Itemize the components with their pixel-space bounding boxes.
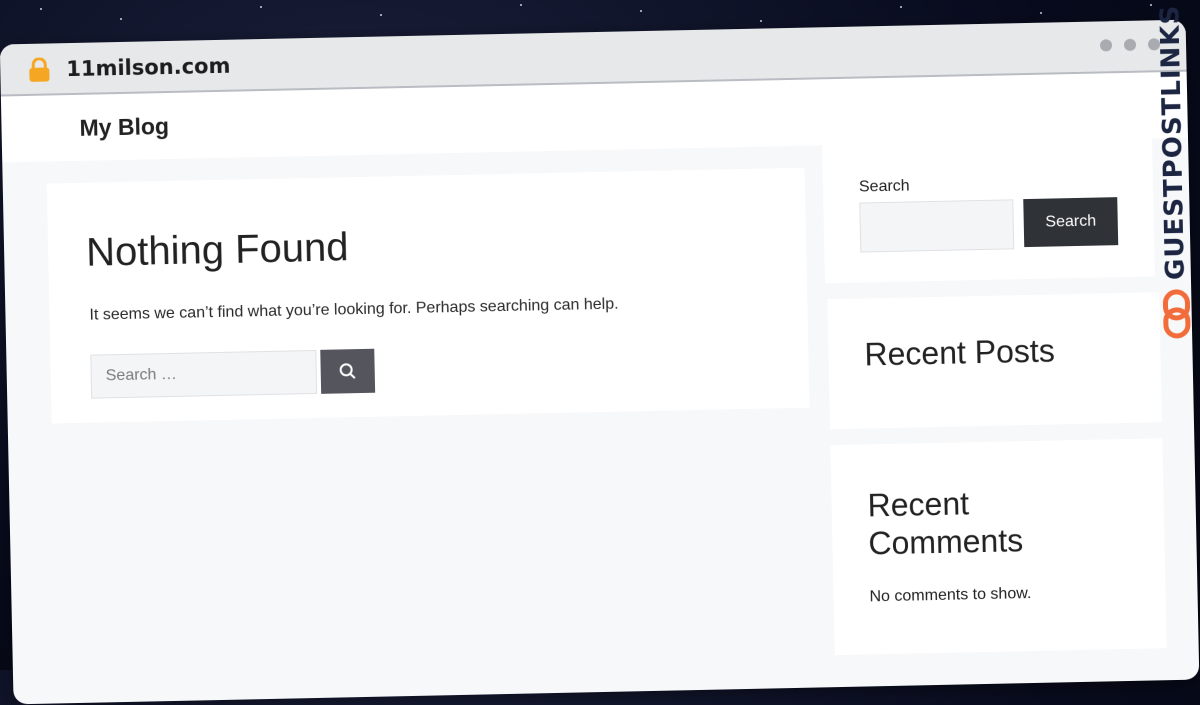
recent-posts-title: Recent Posts (864, 332, 1056, 373)
site-title[interactable]: My Blog (79, 113, 169, 142)
page-title: Nothing Found (85, 225, 349, 275)
browser-window: 11milson.com My Blog Nothing Found It se… (0, 0, 1200, 705)
watermark-text: GUESTPOSTLINKS (1155, 4, 1191, 281)
recent-posts-widget: Recent Posts (827, 292, 1162, 430)
search-label: Search (858, 177, 910, 196)
url-text[interactable]: 11milson.com (66, 54, 231, 81)
sidebar-search-input[interactable] (859, 199, 1015, 253)
window-controls (1099, 38, 1161, 52)
browser-frame: 11milson.com My Blog Nothing Found It se… (0, 19, 1200, 705)
sidebar-search-widget: Search Search (821, 128, 1155, 284)
search-button[interactable] (320, 348, 376, 394)
no-comments-text: No comments to show. (869, 585, 1032, 606)
recent-comments-title: Recent Comments (867, 485, 1024, 562)
chain-link-icon (1162, 289, 1191, 339)
sidebar-search-button[interactable]: Search (1023, 197, 1119, 248)
window-dot[interactable] (1099, 39, 1113, 52)
window-dot[interactable] (1123, 38, 1137, 51)
search-input[interactable] (90, 349, 318, 399)
nothing-found-message: It seems we can’t find what you’re looki… (89, 295, 619, 324)
search-icon (339, 363, 356, 379)
recent-comments-widget: Recent Comments No comments to show. (830, 438, 1167, 656)
guestpostlinks-watermark: GUESTPOSTLINKS (1154, 4, 1194, 345)
lock-icon (29, 57, 50, 82)
nothing-found-section: Nothing Found It seems we can’t find wha… (46, 167, 810, 424)
